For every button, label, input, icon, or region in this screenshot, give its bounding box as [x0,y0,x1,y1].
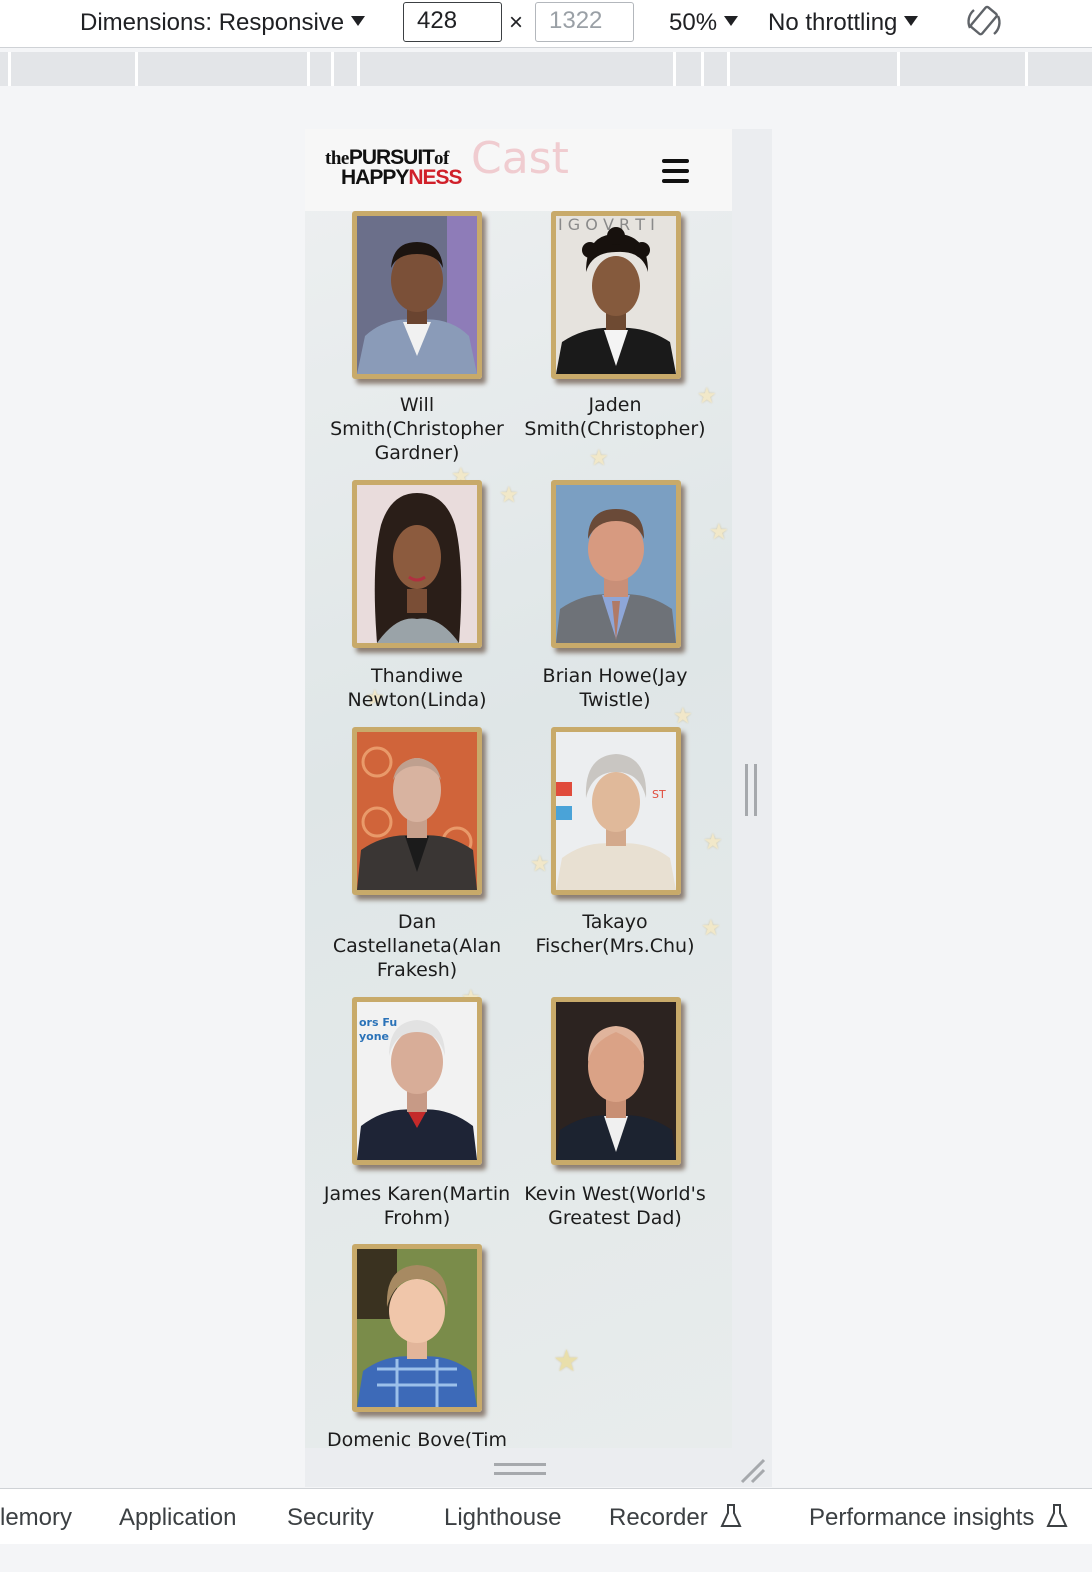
cast-name: Jaden Smith(Christopher) [524,394,706,440]
portrait-will-smith [357,216,477,374]
resize-handle-right[interactable] [754,764,757,816]
ruler-tick [1025,52,1028,86]
portrait-jaden-smith: I G O V R T I [556,216,676,374]
cast-photo[interactable] [352,480,482,648]
flask-icon [1046,1504,1069,1527]
cast-name: Thandiwe Newton(Linda) [347,665,487,711]
tab-recorder-label: Recorder [609,1504,708,1531]
tab-application[interactable]: Application [119,1503,236,1533]
cast-photo[interactable] [551,997,681,1165]
tab-memory[interactable]: lemory [0,1503,72,1533]
svg-text:ST: ST [652,788,666,801]
devtools-tab-bar: lemory Application Security Lighthouse R… [0,1488,1092,1544]
star-icon: ★ [709,519,729,544]
rotate-icon[interactable] [964,2,1004,42]
tab-lighthouse[interactable]: Lighthouse [444,1503,561,1533]
portrait-kevin-west [556,1002,676,1160]
height-input[interactable]: 1322 [535,2,634,42]
hamburger-menu-icon[interactable] [662,159,690,183]
device-toolbar: Dimensions: Responsive 428 × 1322 50% No… [0,0,1092,48]
svg-text:ors Fu: ors Fu [359,1016,397,1029]
cast-photo[interactable] [352,727,482,895]
star-icon: ★ [499,482,519,507]
svg-text:yone: yone [359,1030,389,1043]
tab-security[interactable]: Security [287,1503,374,1533]
cast-name: Dan Castellaneta(Alan Frakesh) [332,911,502,981]
cast-name: James Karen(Martin Frohm) [323,1183,511,1229]
resize-handle-bottom[interactable] [494,1463,546,1466]
cast-name: Domenic Bove(Tim [326,1429,508,1448]
flask-icon [720,1504,742,1527]
times-separator: × [509,9,524,36]
ruler-tick [701,52,704,86]
ruler-tick [357,52,360,86]
chevron-down-icon [351,16,366,26]
star-icon: ★ [530,851,550,876]
cast-photo[interactable] [551,480,681,648]
ruler-tick [673,52,676,86]
star-icon: ★ [589,445,609,470]
dimensions-dropdown[interactable]: Dimensions: Responsive [80,8,366,38]
zoom-dropdown[interactable]: 50% [669,8,739,38]
cast-name: Will Smith(Christopher Gardner) [330,394,504,464]
star-icon: ★ [553,1345,580,1378]
cast-photo[interactable] [352,1244,482,1412]
cast-photo[interactable]: I G O V R T I [551,211,681,379]
ruler-tick [897,52,900,86]
emulated-viewport: ★ ★ ★ ★ ★ ★ ★ ★ ★ ★ ★ ★ thePURSUITof HAP… [305,129,732,1448]
cast-name: Kevin West(World's Greatest Dad) [524,1183,706,1229]
cast-photo[interactable]: ST [551,727,681,895]
ruler-tick [307,52,310,86]
logo-line-2: HAPPYNESS [341,166,463,189]
cast-name: Takayo Fischer(Mrs.Chu) [535,911,695,957]
portrait-dan-castellaneta [357,732,477,890]
dimensions-label: Dimensions: Responsive [80,9,345,36]
resize-corner-icon[interactable] [738,1456,766,1484]
throttling-label: No throttling [768,9,898,36]
resize-handle-right[interactable] [745,764,748,816]
portrait-takayo-fischer: ST [556,732,676,890]
ruler-tick [135,52,138,86]
ruler-tick [331,52,334,86]
page-title: Cast [471,133,569,184]
cast-name: Brian Howe(Jay Twistle) [542,665,688,711]
tab-recorder[interactable]: Recorder [609,1503,742,1533]
ruler-tick [727,52,730,86]
portrait-james-karen: ors Fu yone [357,1002,477,1160]
tab-performance-insights[interactable]: Performance insights [809,1503,1069,1533]
ruler-tick [8,52,11,86]
portrait-domenic-bove [357,1249,477,1407]
width-input[interactable]: 428 [403,2,502,42]
site-header: thePURSUITof HAPPYNESS Cast [305,129,732,211]
site-logo[interactable]: thePURSUITof HAPPYNESS [325,147,485,193]
portrait-brian-howe [556,485,676,643]
cast-photo[interactable]: ors Fu yone [352,997,482,1165]
zoom-label: 50% [669,9,718,36]
throttling-dropdown[interactable]: No throttling [768,8,919,38]
media-query-ruler[interactable] [0,52,1092,86]
resize-handle-bottom[interactable] [494,1472,546,1475]
star-icon: ★ [703,829,723,854]
tab-performance-insights-label: Performance insights [809,1504,1035,1531]
svg-text:I G O V R T I: I G O V R T I [558,216,655,234]
portrait-thandiwe-newton [357,485,477,643]
chevron-down-icon [904,16,919,26]
chevron-down-icon [724,16,739,26]
cast-photo[interactable] [352,211,482,379]
